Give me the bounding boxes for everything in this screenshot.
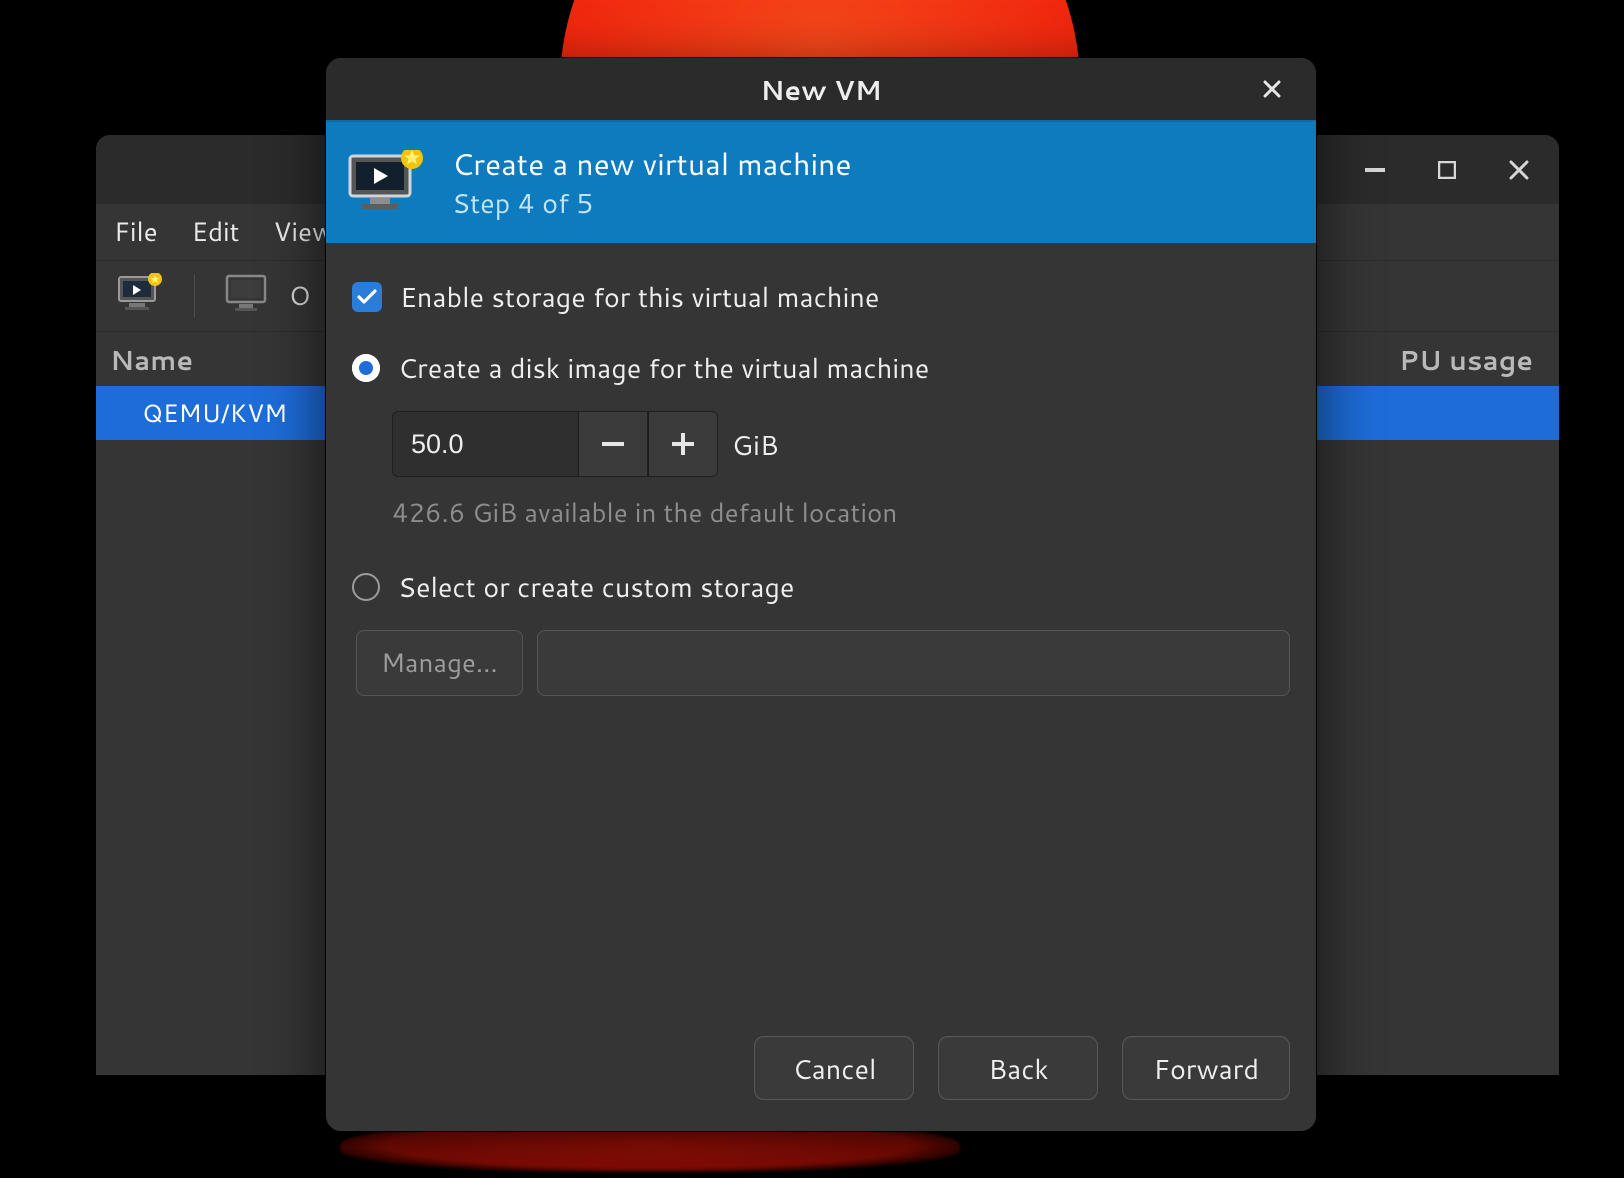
dialog-close-button[interactable] bbox=[1250, 58, 1294, 120]
toolbar-new-vm-button[interactable] bbox=[106, 268, 176, 324]
toolbar-open-label-trunc: O bbox=[289, 278, 310, 314]
dialog-title: New VM bbox=[760, 70, 881, 109]
cancel-button[interactable]: Cancel bbox=[754, 1036, 914, 1100]
disk-size-decrement-button[interactable] bbox=[578, 411, 648, 477]
banner-title: Create a new virtual machine bbox=[452, 145, 852, 183]
column-cpu-header-trunc[interactable]: PU usage bbox=[1399, 340, 1533, 379]
toolbar-open-button[interactable] bbox=[213, 268, 283, 324]
toolbar-separator bbox=[194, 274, 195, 318]
disk-size-input[interactable] bbox=[392, 411, 578, 477]
disk-size-increment-button[interactable] bbox=[648, 411, 718, 477]
menu-file[interactable]: File bbox=[114, 214, 158, 250]
column-name-header[interactable]: Name bbox=[110, 340, 193, 379]
cancel-button-label: Cancel bbox=[793, 1049, 877, 1088]
dialog-footer: Cancel Back Forward bbox=[326, 1013, 1316, 1131]
back-button[interactable]: Back bbox=[938, 1036, 1098, 1100]
dialog-banner: Create a new virtual machine Step 4 of 5 bbox=[326, 120, 1316, 243]
vm-wizard-icon bbox=[344, 148, 430, 218]
enable-storage-label: Enable storage for this virtual machine bbox=[400, 277, 879, 316]
monitor-icon bbox=[225, 274, 271, 318]
disk-size-unit: GiB bbox=[732, 425, 779, 464]
available-space-hint: 426.6 GiB available in the default locat… bbox=[392, 495, 1290, 531]
select-custom-storage-radio[interactable] bbox=[352, 573, 380, 601]
new-vm-dialog: New VM Create a new virtual machine Step… bbox=[325, 57, 1317, 1132]
menu-edit[interactable]: Edit bbox=[192, 214, 240, 250]
select-custom-storage-label: Select or create custom storage bbox=[398, 567, 794, 606]
manage-storage-label: Manage... bbox=[381, 645, 498, 681]
parent-minimize-button[interactable] bbox=[1361, 156, 1389, 184]
monitor-new-icon bbox=[117, 273, 165, 319]
dialog-body: Enable storage for this virtual machine … bbox=[326, 243, 1316, 1013]
connection-row-label: QEMU/KVM bbox=[142, 396, 287, 431]
forward-button-label: Forward bbox=[1153, 1049, 1259, 1088]
parent-maximize-button[interactable] bbox=[1433, 156, 1461, 184]
back-button-label: Back bbox=[988, 1049, 1048, 1088]
create-disk-radio[interactable] bbox=[352, 354, 380, 382]
enable-storage-checkbox[interactable] bbox=[352, 282, 382, 312]
parent-close-button[interactable] bbox=[1505, 156, 1533, 184]
banner-step-label: Step 4 of 5 bbox=[452, 186, 852, 220]
create-disk-label: Create a disk image for the virtual mach… bbox=[398, 348, 929, 387]
manage-storage-button: Manage... bbox=[356, 630, 523, 696]
custom-storage-path-field bbox=[537, 630, 1290, 696]
forward-button[interactable]: Forward bbox=[1122, 1036, 1290, 1100]
dialog-titlebar: New VM bbox=[326, 58, 1316, 120]
